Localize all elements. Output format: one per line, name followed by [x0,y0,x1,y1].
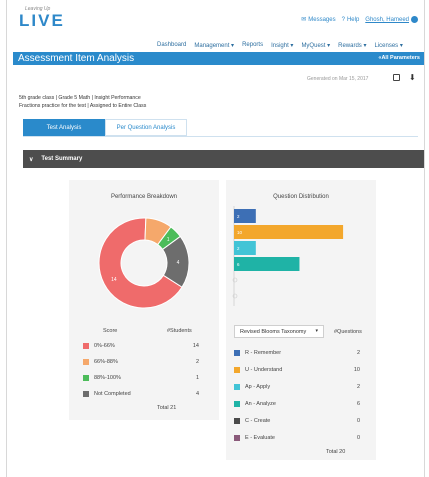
help-link[interactable]: ? Help [342,17,360,23]
meta-line-2: Fractions practice for the test | Assign… [19,103,147,109]
performance-title: Performance Breakdown [110,194,178,200]
user-menu[interactable]: Ghosh, Hameed [365,16,418,23]
nav-dashboard[interactable]: Dashboard [157,42,186,49]
distribution-title: Question Distribution [273,194,329,200]
legend-swatch [234,418,240,424]
logo[interactable]: Leaving Up LIVE [19,6,65,29]
main-nav: Dashboard Management ▾ Reports Insight ▾… [157,42,403,49]
legend-row: U - Understand 10 [234,367,360,373]
question-icon: ? [341,16,345,23]
legend-row: 88%-100% 1 [83,375,199,381]
tab-test-analysis[interactable]: Test Analysis [23,119,105,136]
bar[interactable] [234,257,300,271]
score-header: Score [103,328,118,334]
all-parameters-link[interactable]: «All Parameters [378,52,420,65]
logo-text: LIVE [19,11,65,30]
messages-link[interactable]: ✉ Messages [301,16,335,24]
legend-row: An - Analyze 6 [234,401,360,407]
legend-row: 66%-88% 2 [83,359,199,365]
page-frame: Leaving Up LIVE ✉ Messages ? Help Ghosh, H… [6,0,425,477]
bar-label: 10 [237,230,243,235]
legend-swatch [83,343,89,349]
legend-swatch [234,435,240,441]
gear-icon[interactable] [411,16,418,23]
legend-row: R - Remember 2 [234,350,360,356]
top-links: ✉ Messages ? Help Ghosh, Hameed [301,16,418,23]
distribution-bar-chart: 21026 [232,206,344,306]
bar[interactable] [234,225,344,239]
legend-swatch [83,359,89,365]
distribution-total: Total 20 [326,449,346,455]
nav-rewards[interactable]: Rewards ▾ [338,42,366,49]
generated-date: Generated on Mar 15, 2017 [307,76,369,82]
legend-row: Ap - Apply 2 [234,384,360,390]
nav-management[interactable]: Management ▾ [194,42,234,49]
tab-per-question-analysis[interactable]: Per Question Analysis [105,119,187,136]
envelope-icon: ✉ [301,17,307,23]
legend-swatch [234,350,240,356]
slice-label: 1 [167,237,170,243]
nav-licenses[interactable]: Licenses ▾ [374,42,402,49]
test-summary-label: Test Summary [41,156,83,162]
legend-row: Not Completed 4 [83,391,199,397]
assessment-meta: 5th grade class | Grade 5 Math | Insight… [19,94,146,110]
taxonomy-select[interactable]: Revised Blooms Taxonomy ▾ [234,325,324,338]
performance-panel: Performance Breakdown 14 1 4 Score #Studen… [69,180,219,420]
caret-down-icon: ▾ [315,328,318,334]
nav-reports[interactable]: Reports [242,42,263,49]
meta-line-1: 5th grade class | Grade 5 Math | Insight… [19,95,141,101]
slice-label: 14 [111,277,117,283]
page-title-bar: Assessment Item Analysis «All Parameters [13,52,424,65]
students-header: #Students [167,328,192,334]
tab-strip: Test Analysis Per Question Analysis [23,119,187,136]
questions-header: #Questions [334,329,362,335]
performance-donut-chart: 1414 [98,217,190,309]
nav-insight[interactable]: Insight ▾ [271,42,293,49]
tab-underline [23,136,418,137]
legend-swatch [83,391,89,397]
distribution-panel: Question Distribution 2 10 2 6 Revised Bloo… [226,180,376,460]
legend-swatch [234,367,240,373]
legend-row: 0%-66% 14 [83,343,199,349]
slice-label: 4 [177,260,180,266]
page-title: Assessment Item Analysis [18,53,135,64]
legend-swatch [234,384,240,390]
nav-myquest[interactable]: MyQuest ▾ [301,42,330,49]
chevron-down-icon: ∨ [29,156,34,163]
legend-swatch [234,401,240,407]
legend-swatch [83,375,89,381]
test-summary-toggle[interactable]: ∨ Test Summary [23,150,424,168]
performance-total: Total 21 [157,405,177,411]
legend-row: C - Create 0 [234,418,360,424]
legend-row: E - Evaluate 0 [234,435,360,441]
print-icon[interactable] [393,74,400,81]
download-icon[interactable]: ⬇ [409,74,416,82]
